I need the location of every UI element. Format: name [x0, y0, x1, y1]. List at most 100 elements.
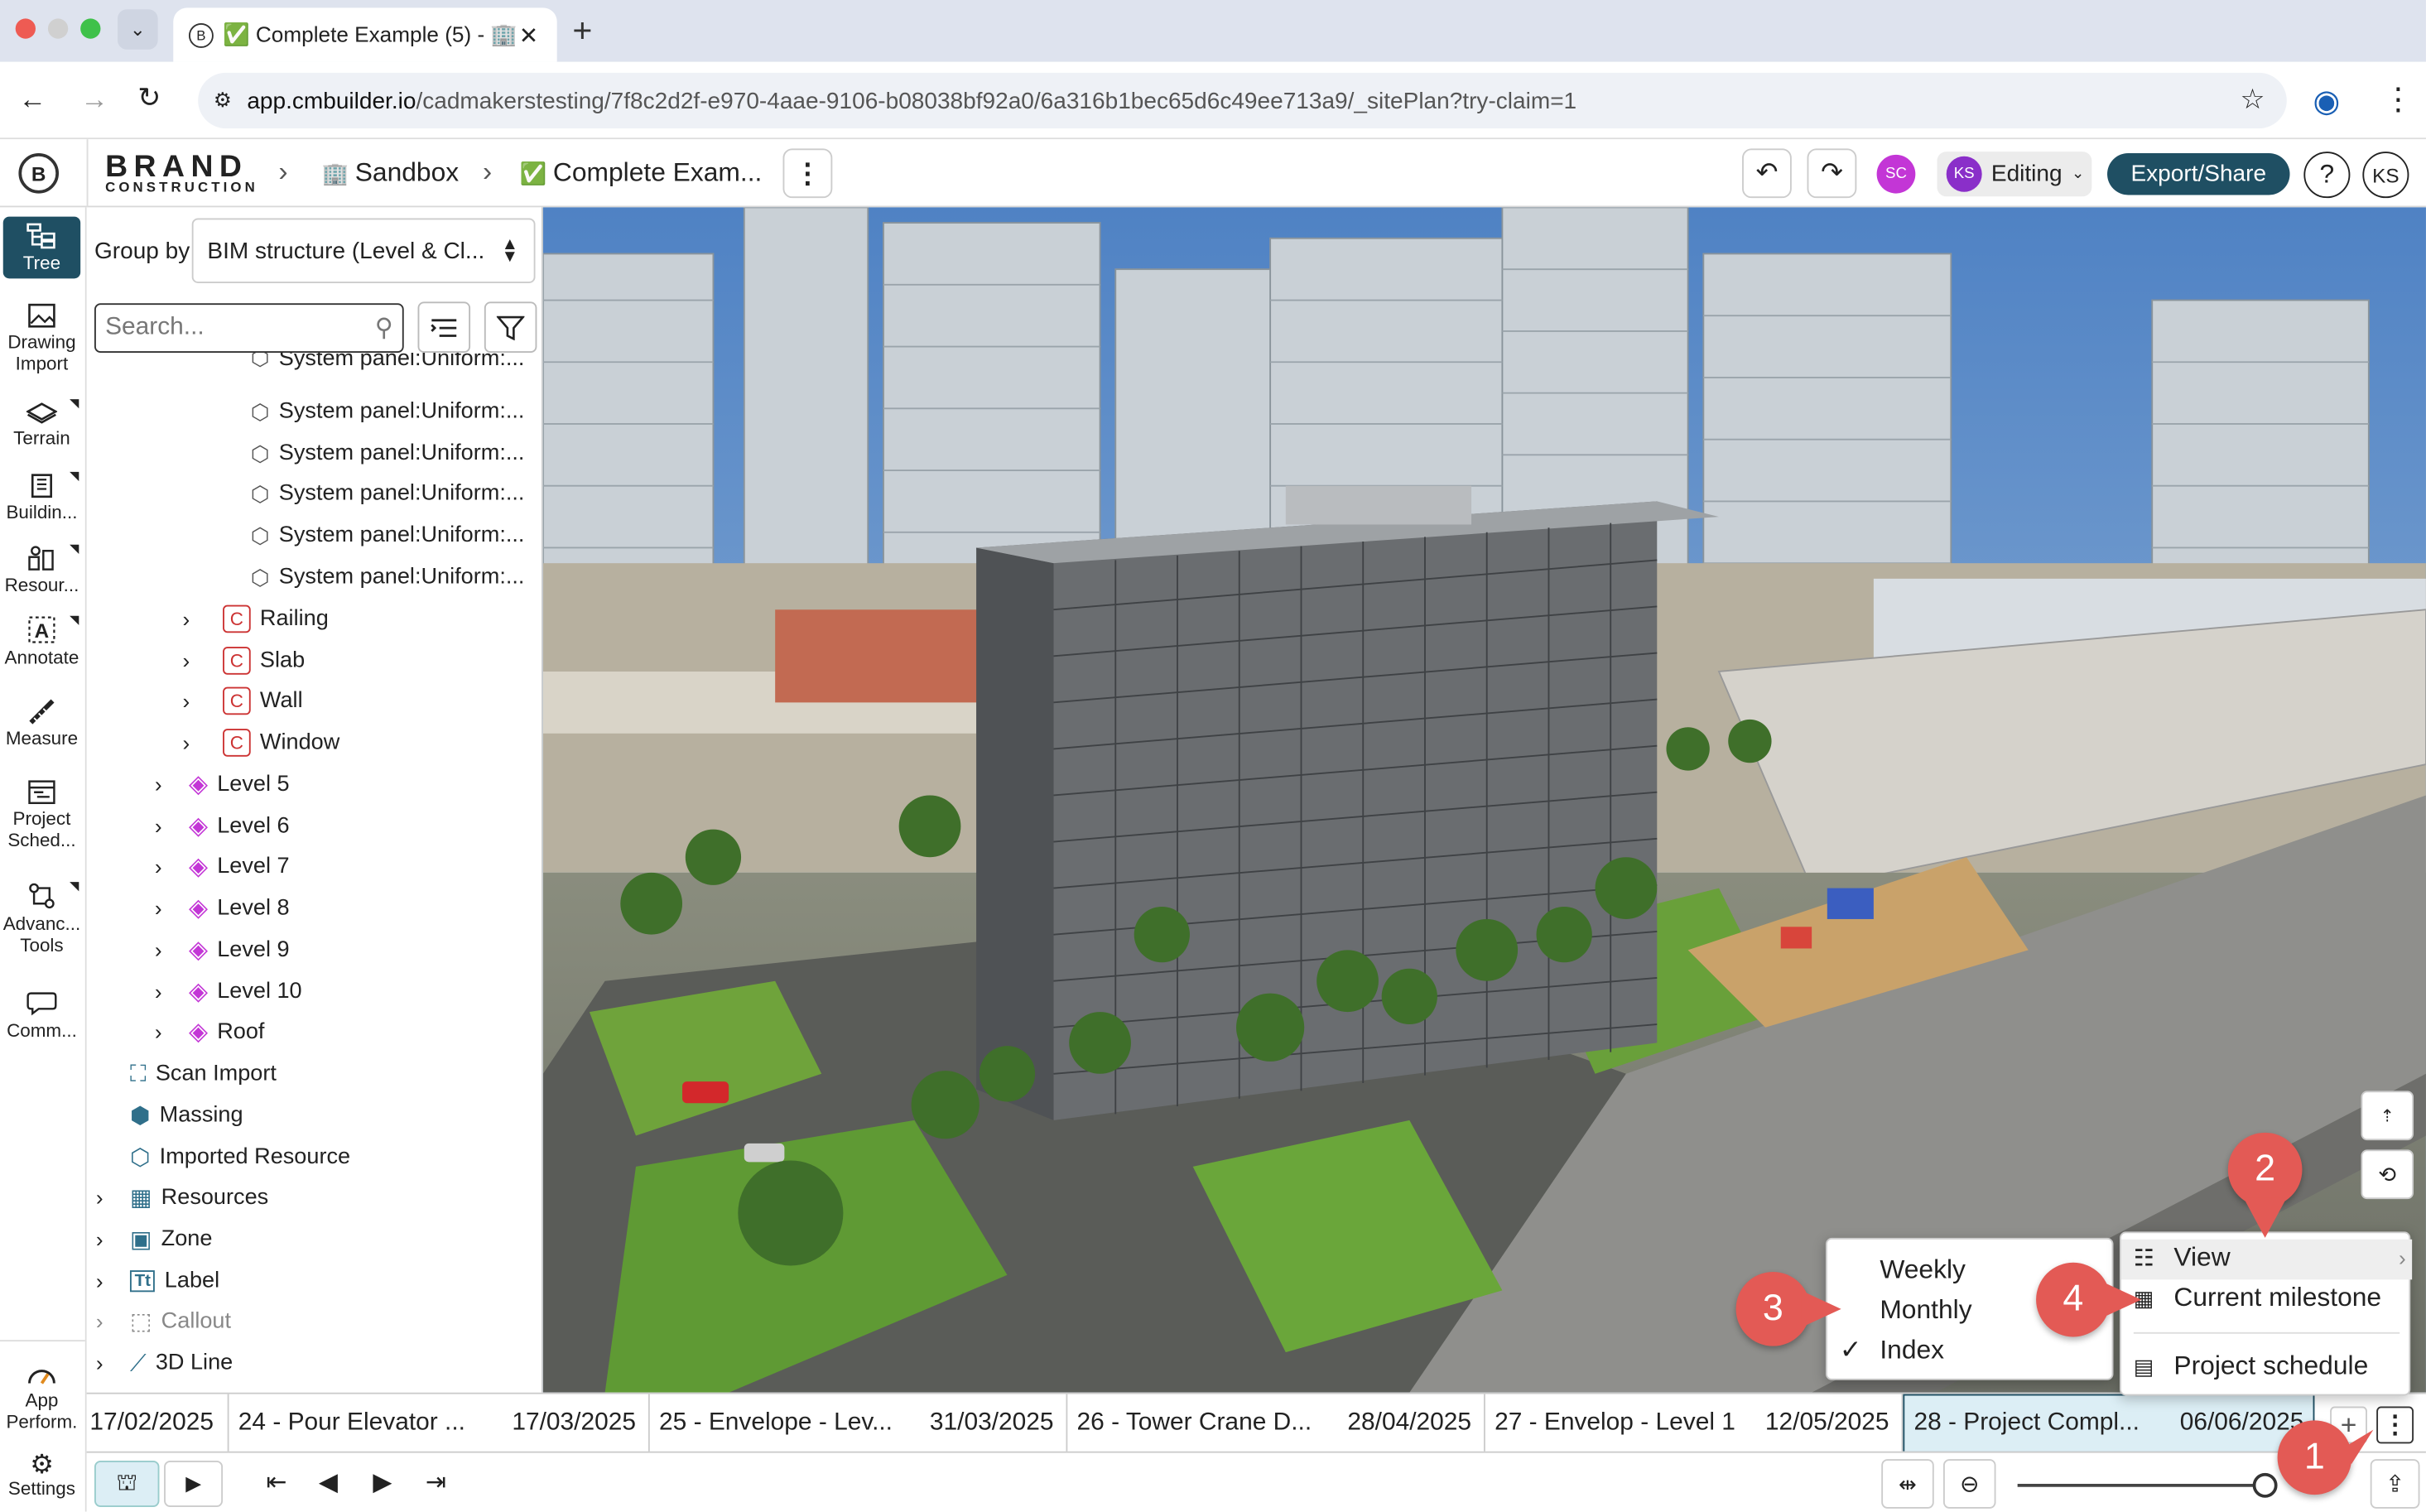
app-logo-icon[interactable]: B [18, 152, 60, 194]
tree-row-level[interactable]: › ◈ Level 9 [155, 930, 290, 970]
tree-row-level[interactable]: › ◈ Roof [155, 1012, 265, 1052]
site-view-button[interactable]: ⛫ [94, 1460, 160, 1508]
rail-project-schedule[interactable]: Project Sched... [0, 780, 84, 851]
account-avatar[interactable]: KS [2362, 152, 2409, 199]
zoom-slider-track[interactable] [2017, 1483, 2265, 1487]
reload-icon[interactable]: ↻ [137, 82, 161, 114]
tree-row-wall[interactable]: › C Wall [182, 681, 303, 721]
camera-view-button[interactable]: ⟲ [2361, 1149, 2414, 1200]
tree-row-window[interactable]: › C Window [182, 723, 339, 763]
presentation-button[interactable]: ▶ [164, 1460, 224, 1508]
redo-button[interactable]: ↷ [1807, 148, 1857, 199]
compass-button[interactable]: ⇡ [2361, 1091, 2414, 1141]
timeline-segment[interactable]: 27 - Envelop - Level 1 12/05/2025 [1485, 1394, 1904, 1453]
browser-tab[interactable]: B ✅ Complete Example (5) - 🏢 ✕ [173, 7, 557, 62]
maximize-window-button[interactable] [80, 18, 101, 39]
browser-menu-icon[interactable]: ⋮ [2383, 80, 2414, 119]
timeline-segment[interactable]: 25 - Envelope - Lev... 31/03/2025 [650, 1394, 1068, 1453]
url-field[interactable]: ⚙ app.cmbuilder.io/cadmakerstesting/7f8c… [198, 72, 2287, 129]
tree-row-3d-line[interactable]: › ⟋ 3D Line [96, 1343, 233, 1384]
new-tab-button[interactable]: + [572, 11, 592, 51]
3d-viewport[interactable]: ⇡ ⟲ [542, 207, 2426, 1393]
tree-row[interactable]: ⬡ System panel:Uniform:... [251, 515, 525, 556]
export-share-button[interactable]: Export/Share [2107, 152, 2290, 195]
undo-button[interactable]: ↶ [1742, 148, 1792, 199]
mode-dropdown[interactable]: KS Editing ⌄ [1937, 152, 2092, 197]
rail-building[interactable]: Buildin... [0, 471, 84, 523]
brand-logo[interactable]: BRAND CONSTRUCTION [105, 152, 260, 195]
back-icon[interactable]: ← [18, 84, 46, 116]
tree-row-resources[interactable]: › ▦ Resources [96, 1177, 268, 1218]
step-back-icon[interactable]: ◀ [319, 1466, 338, 1497]
filter-button[interactable] [484, 301, 537, 354]
tree-row-railing[interactable]: › C Railing [182, 599, 329, 639]
menu-item-weekly[interactable]: Weekly [1880, 1254, 1966, 1285]
tree-row-slab[interactable]: › C Slab [182, 641, 305, 681]
search-input[interactable]: Search... ⚲ [94, 303, 404, 354]
bookmark-star-icon[interactable]: ☆ [2240, 84, 2265, 116]
collapse-tree-button[interactable] [417, 301, 471, 354]
favicon-icon: B [188, 22, 214, 47]
rail-measure[interactable]: Measure [0, 698, 84, 749]
zoom-out-button[interactable]: ⊖ [1942, 1459, 1996, 1509]
step-forward-icon[interactable]: ▶ [373, 1466, 392, 1497]
tree-row[interactable]: ⬡ System panel:Uniform:... [251, 433, 525, 474]
rail-terrain[interactable]: Terrain [0, 399, 84, 449]
menu-item-index[interactable]: ✓ Index [1840, 1336, 1944, 1366]
last-frame-icon[interactable]: ⇥ [426, 1466, 446, 1497]
rail-advanced-tools[interactable]: Advanc... Tools [0, 882, 84, 956]
tree-row[interactable]: ⬡ System panel:Uniform:... [251, 392, 525, 432]
help-button[interactable]: ? [2303, 152, 2351, 199]
rail-app-performance[interactable]: App Perform. [0, 1361, 84, 1433]
close-window-button[interactable] [15, 18, 36, 39]
minimize-window-button[interactable] [47, 18, 69, 39]
left-rail: Tree Drawing Import Terrain Buildin... R… [0, 207, 87, 1512]
tree-row-level[interactable]: › ◈ Level 7 [155, 846, 290, 887]
menu-item-label: View [2173, 1242, 2231, 1272]
rail-resources[interactable]: Resour... [0, 544, 84, 595]
cube-icon: ⬡ [250, 564, 270, 590]
tree-row[interactable]: ⬡ System panel:Uniform:... [251, 474, 525, 514]
rail-settings[interactable]: ⚙ Settings [0, 1452, 84, 1500]
tree-row[interactable]: ⬡ System panel:Uniform:... [251, 353, 525, 371]
rail-tree[interactable]: Tree [2, 216, 81, 279]
tree-row-scan-import[interactable]: ⛶ Scan Import [130, 1054, 277, 1095]
group-by-select[interactable]: BIM structure (Level & Cl... ▲ ▼ [191, 218, 536, 283]
tree-row-imported-resource[interactable]: ⬡ Imported Resource [130, 1137, 350, 1177]
tree-row-level[interactable]: › ◈ Level 10 [155, 971, 302, 1012]
rail-terrain-label: Terrain [13, 426, 70, 449]
menu-item-view[interactable]: ☷ View › [2134, 1242, 2406, 1273]
menu-item-project-schedule[interactable]: ▤ Project schedule [2134, 1351, 2368, 1381]
forward-icon[interactable]: → [80, 84, 108, 116]
first-frame-icon[interactable]: ⇤ [266, 1466, 286, 1497]
fit-timeline-button[interactable]: ⇹ [1881, 1459, 1934, 1509]
tree-row-level[interactable]: › ◈ Level 5 [155, 764, 290, 805]
rail-annotate[interactable]: A Annotate [0, 615, 84, 668]
menu-item-monthly[interactable]: Monthly [1880, 1295, 1971, 1326]
rail-comments[interactable]: Comm... [0, 990, 84, 1042]
menu-item-current-milestone[interactable]: ▦ Current milestone [2134, 1283, 2381, 1313]
site-info-icon[interactable]: ⚙ [214, 89, 232, 113]
timeline-segment[interactable]: 26 - Tower Crane D... 28/04/2025 [1067, 1394, 1485, 1453]
breadcrumb-project[interactable]: 🏢 Sandbox [322, 158, 459, 189]
zoom-slider-thumb[interactable] [2252, 1472, 2278, 1498]
tree-row-level[interactable]: › ◈ Level 6 [155, 807, 290, 847]
close-tab-icon[interactable]: ✕ [519, 21, 539, 49]
collaborator-avatar[interactable]: SC [1876, 154, 1916, 194]
timeline-segment-current[interactable]: 28 - Project Compl... 06/06/2025 [1903, 1394, 2315, 1453]
rail-drawing-import[interactable]: Drawing Import [0, 303, 84, 374]
page-menu-button[interactable]: ⋮ [782, 148, 833, 199]
timeline-segment[interactable]: 24 - Pour Elevator ... 17/03/2025 [229, 1394, 650, 1453]
breadcrumb-page[interactable]: ✅ Complete Exam... [520, 158, 763, 189]
profile-icon[interactable]: ◉ [2313, 82, 2341, 121]
chevron-right-icon: › [95, 1308, 103, 1334]
tree-row-label-group[interactable]: › Tt Label [96, 1261, 219, 1302]
tree-row-zone[interactable]: › ▣ Zone [96, 1219, 213, 1259]
tab-search-button[interactable]: ⌄ [118, 9, 158, 50]
layers-icon: ◈ [188, 895, 208, 922]
tree-row-massing[interactable]: ⬢ Massing [130, 1095, 243, 1136]
tree-row-level[interactable]: › ◈ Level 8 [155, 888, 290, 929]
chevron-right-icon: › [154, 1019, 162, 1045]
tree-row[interactable]: ⬡ System panel:Uniform:... [251, 557, 525, 598]
tree-row-callout[interactable]: › ⬚ Callout [96, 1301, 231, 1341]
